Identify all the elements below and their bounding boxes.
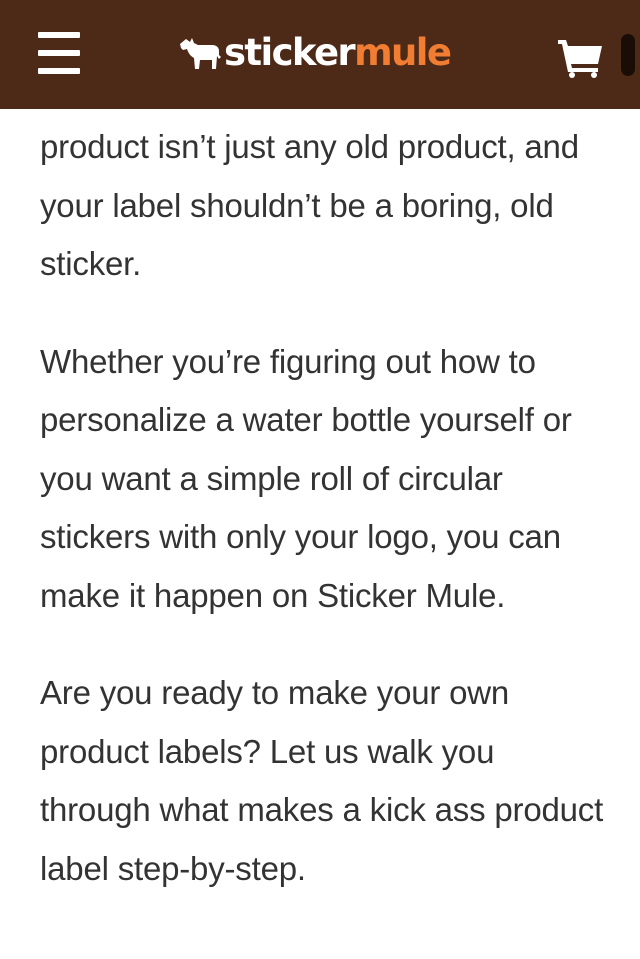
article-paragraph: Whether you’re figuring out how to perso…	[40, 342, 572, 614]
hamburger-menu-icon	[38, 32, 80, 38]
hamburger-menu-button[interactable]	[38, 32, 80, 74]
article-paragraph: product isn’t just any old product, and …	[40, 128, 579, 282]
brand-word-sticker: sticker	[224, 31, 356, 74]
article-body: product isn’t just any old product, and …	[40, 118, 610, 898]
sticker-mule-logo[interactable]: stickermule	[178, 30, 452, 76]
brand-word-mule: mule	[354, 31, 452, 74]
hamburger-menu-icon-bar	[38, 68, 80, 74]
brand-wordmark: stickermule	[224, 30, 452, 76]
mule-icon	[180, 38, 221, 69]
site-header: stickermule	[0, 0, 640, 109]
article-paragraph: Are you ready to make your own product l…	[40, 674, 604, 887]
scrollbar-thumb[interactable]	[621, 34, 635, 76]
hamburger-menu-icon-bar	[38, 50, 80, 56]
cart-button[interactable]	[558, 38, 604, 78]
shopping-cart-icon	[558, 40, 602, 78]
